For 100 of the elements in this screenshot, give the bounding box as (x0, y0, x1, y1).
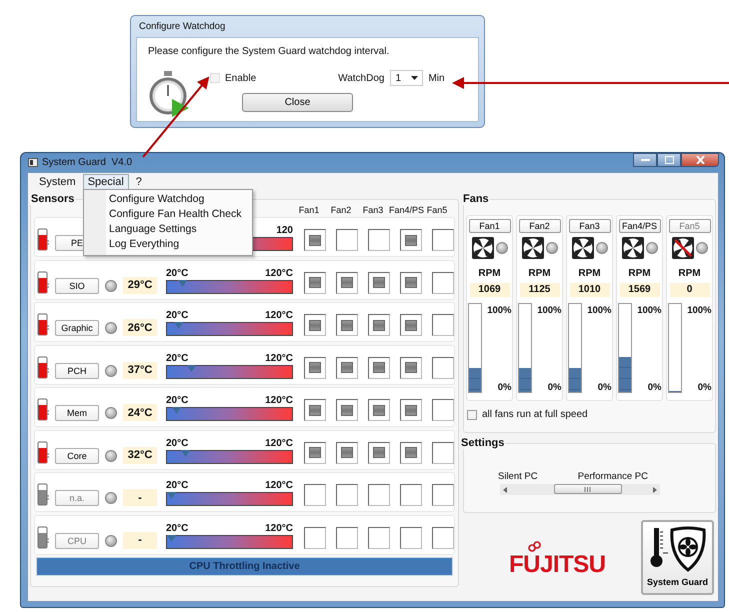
maximize-button[interactable] (657, 153, 681, 167)
fan-assignment-checkbox[interactable] (368, 356, 390, 378)
fan-assignment-checkbox[interactable] (304, 272, 326, 294)
throttling-status-bar: CPU Throttling Inactive (36, 557, 453, 576)
fan-icon (622, 237, 644, 259)
sensor-name-button[interactable]: Graphic (55, 320, 99, 336)
fan-assignment-checkbox[interactable] (368, 272, 390, 294)
column-header: Fan1 (298, 205, 320, 217)
minimize-icon (640, 158, 650, 162)
status-led (105, 450, 117, 462)
fan-name-button[interactable]: Fan1 (468, 219, 510, 233)
fan-assignment-checkbox[interactable] (400, 526, 422, 548)
fan-icon (572, 237, 594, 259)
sensor-name-button[interactable]: Core (55, 448, 99, 464)
fan-name-button[interactable]: Fan5 (668, 219, 710, 233)
rpm-field: 1069 (470, 283, 510, 297)
fan-assignment-checkbox[interactable] (336, 356, 358, 378)
fan-assignment-checkbox[interactable] (400, 314, 422, 336)
fan-assignment-checkbox[interactable] (304, 526, 326, 548)
scale-min-label: 20°C (166, 352, 188, 364)
fan-assignment-checkbox[interactable] (304, 484, 326, 506)
status-led (546, 242, 558, 254)
fan-assignment-checkbox[interactable] (368, 526, 390, 548)
fan-assignment-checkbox[interactable] (336, 442, 358, 464)
app-icon (28, 158, 38, 167)
scale-min-label: 0% (598, 382, 612, 393)
fan-assignment-checkbox[interactable] (400, 442, 422, 464)
fan-assignment-checkbox[interactable] (432, 272, 454, 294)
menu-option[interactable]: Configure Watchdog (84, 192, 252, 207)
fan-assignment-checkbox[interactable] (336, 229, 358, 251)
menu-option[interactable]: Language Settings (84, 222, 252, 237)
unit-label: RPM (578, 268, 601, 279)
fan-assignment-checkbox[interactable] (368, 442, 390, 464)
fan-assignment-checkbox[interactable] (432, 484, 454, 506)
fan-assignment-checkbox[interactable] (400, 399, 422, 421)
menu-item[interactable]: System (34, 174, 81, 190)
status-led (105, 492, 117, 504)
checkbox[interactable] (467, 410, 477, 420)
fan-assignment-checkbox[interactable] (368, 229, 390, 251)
interval-dropdown[interactable]: 1 (390, 70, 424, 86)
fan-name-button[interactable]: Fan4/PS (618, 219, 660, 233)
fan-assignment-checkbox[interactable] (400, 229, 422, 251)
fan-assignment-checkbox[interactable] (400, 484, 422, 506)
fan-assignment-checkbox[interactable] (336, 399, 358, 421)
fan-assignment-checkbox[interactable] (304, 356, 326, 378)
fan-icon (522, 237, 544, 259)
menu-option[interactable]: Configure Fan Health Check (84, 207, 252, 222)
sensor-name-button[interactable]: Mem (55, 405, 99, 421)
fan-assignment-checkbox[interactable] (432, 399, 454, 421)
menu-item[interactable]: ? (130, 174, 147, 190)
fan-assignment-checkbox[interactable] (368, 484, 390, 506)
minimize-button[interactable] (633, 153, 657, 167)
slider-thumb[interactable] (554, 484, 622, 494)
status-led (646, 242, 658, 254)
fan-assignment-checkbox[interactable] (368, 314, 390, 336)
column-header: Fan3 (362, 205, 384, 217)
sensor-name-button[interactable]: SIO (55, 278, 99, 294)
status-led (105, 322, 117, 334)
close-button[interactable] (681, 153, 719, 167)
fan-assignment-checkbox[interactable] (304, 442, 326, 464)
fan-assignment-checkbox[interactable] (304, 229, 326, 251)
temperature-field: 37°C (123, 362, 157, 378)
fan-assignment-checkbox[interactable] (432, 314, 454, 336)
sensor-name-button[interactable]: CPU (55, 532, 99, 548)
status-led (696, 242, 708, 254)
fan-name-button[interactable]: Fan2 (518, 219, 560, 233)
close-dialog-button[interactable]: Close (242, 93, 353, 112)
profile-slider[interactable] (500, 484, 660, 495)
right-arrow-icon[interactable] (652, 486, 657, 492)
scale-min-label: 0% (498, 382, 512, 393)
left-arrow-icon[interactable] (503, 486, 508, 492)
fan-assignment-checkbox[interactable] (304, 314, 326, 336)
fan-assignment-checkbox[interactable] (400, 356, 422, 378)
fan-assignment-checkbox[interactable] (432, 442, 454, 464)
fan-name-button[interactable]: Fan3 (568, 219, 610, 233)
fan-assignment-checkbox[interactable] (368, 399, 390, 421)
fan-assignment-checkbox[interactable] (432, 229, 454, 251)
rpm-field: 1010 (570, 283, 610, 297)
menu-item[interactable]: Special (82, 174, 129, 190)
sensor-name-button[interactable]: n.a. (55, 490, 99, 506)
checkbox-label: Enable (225, 72, 256, 84)
scale-max-label: 120°C (265, 395, 293, 407)
scale-max-label: 100% (687, 305, 712, 316)
scale-max-label: 120°C (265, 438, 293, 450)
scale-max-label: 100% (637, 305, 662, 316)
scale-max-label: 100% (487, 305, 512, 316)
system-guard-button[interactable]: System Guard (641, 520, 714, 595)
fan-assignment-checkbox[interactable] (336, 314, 358, 336)
fan-assignment-checkbox[interactable] (432, 526, 454, 548)
sensor-name-button[interactable]: PCH (55, 362, 99, 378)
fan-assignment-checkbox[interactable] (304, 399, 326, 421)
fan-assignment-checkbox[interactable] (336, 272, 358, 294)
fan-assignment-checkbox[interactable] (336, 526, 358, 548)
fan-assignment-checkbox[interactable] (400, 272, 422, 294)
scale-max-label: 120°C (265, 522, 293, 534)
fan-assignment-checkbox[interactable] (336, 484, 358, 506)
scale-min-label: 0% (648, 382, 662, 393)
scale-min-label: 20°C (166, 522, 188, 534)
group-title: Fans (462, 193, 490, 205)
fan-assignment-checkbox[interactable] (432, 356, 454, 378)
